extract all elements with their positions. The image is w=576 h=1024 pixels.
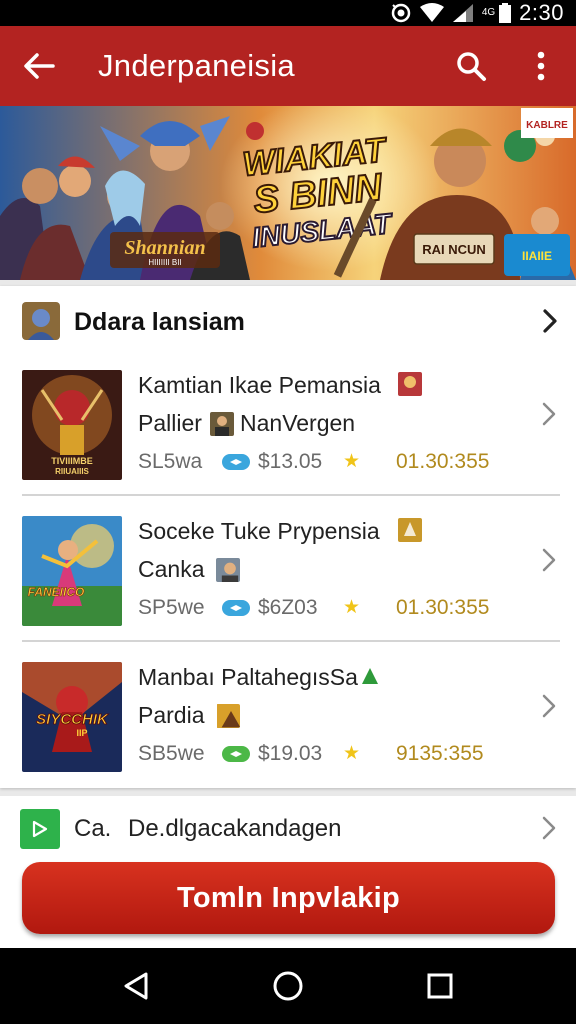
nav-recents-button[interactable] bbox=[410, 956, 470, 1016]
search-button[interactable] bbox=[436, 26, 506, 106]
game-title: Manbaı PaltahegısSa bbox=[138, 664, 358, 690]
svg-text:FANEIICO: FANEIICO bbox=[28, 585, 85, 599]
battery-icon bbox=[499, 3, 512, 23]
developer-name: NanVergen bbox=[240, 410, 356, 436]
section-header[interactable]: Ddara lansiam bbox=[0, 286, 576, 356]
developer-avatar-icon bbox=[216, 704, 240, 728]
game-title: Soceke Tuke Prypensia bbox=[138, 518, 380, 544]
developer-avatar-icon bbox=[210, 412, 234, 436]
games-card: Ddara lansiam TIVIIIMBE RIIUAIIIS Kamtian… bbox=[0, 286, 576, 788]
rating-pill-icon bbox=[222, 746, 250, 762]
category-prefix: Ca. bbox=[74, 815, 112, 842]
divider bbox=[22, 640, 560, 642]
banner-corner-badge: KABLRE bbox=[526, 120, 568, 131]
rating-pill-icon bbox=[222, 454, 250, 470]
chevron-right-icon bbox=[542, 548, 556, 572]
overflow-menu-button[interactable] bbox=[506, 26, 576, 106]
game-thumbnail: TIVIIIMBE RIIUAIIIS bbox=[22, 370, 122, 480]
circle-home-icon bbox=[273, 971, 303, 1001]
svg-text:SIYCCHIK: SIYCCHIK bbox=[36, 711, 109, 728]
status-bar: 4G 2:30 bbox=[0, 0, 576, 26]
game-code: SP5we bbox=[138, 596, 205, 619]
game-price: $19.03 bbox=[258, 742, 323, 765]
signal-icon bbox=[452, 3, 474, 23]
cta-container: Tomln Inpvlakip bbox=[0, 858, 576, 948]
primary-action-button[interactable]: Tomln Inpvlakip bbox=[22, 862, 555, 934]
chevron-right-icon bbox=[542, 402, 556, 426]
svg-text:IIP: IIP bbox=[76, 728, 87, 738]
nav-back-button[interactable] bbox=[106, 956, 166, 1016]
section-title: Ddara lansiam bbox=[74, 308, 245, 336]
banner-logo-text: Shannian bbox=[124, 237, 205, 259]
banner-right-badge: IIAIIE bbox=[522, 249, 552, 263]
wifi-icon bbox=[419, 3, 444, 23]
divider bbox=[22, 494, 560, 496]
game-badge-icon bbox=[358, 664, 382, 688]
triangle-back-icon bbox=[124, 972, 148, 1000]
arrow-left-icon bbox=[24, 53, 55, 79]
game-title: Kamtian Ikae Pemansia bbox=[138, 372, 381, 398]
game-price: $6Z03 bbox=[258, 596, 318, 619]
game-list-item[interactable]: FANEIICO Soceke Tuke Prypensia Canka SP5… bbox=[0, 504, 576, 650]
game-subtitle: Pallier bbox=[138, 410, 202, 436]
clock: 2:30 bbox=[519, 0, 564, 25]
nav-home-button[interactable] bbox=[258, 956, 318, 1016]
play-store-icon bbox=[20, 809, 60, 849]
back-button[interactable] bbox=[0, 26, 78, 106]
banner-artwork: Shannian HIIIIIII BII WIAKIAT S BINN INU… bbox=[0, 106, 576, 280]
game-time: 01.30:355 bbox=[396, 596, 490, 619]
more-vert-icon bbox=[537, 51, 545, 81]
category-row[interactable]: Ca. De.dlgacakandagen bbox=[0, 796, 576, 858]
category-label: De.dlgacakandagen bbox=[128, 815, 342, 842]
rating-pill-icon bbox=[222, 600, 250, 616]
search-icon bbox=[457, 52, 486, 81]
system-nav-bar bbox=[0, 948, 576, 1024]
game-thumbnail: FANEIICO bbox=[22, 516, 122, 626]
game-list-item[interactable]: TIVIIIMBE RIIUAIIIS Kamtian Ikae Pemansia… bbox=[0, 358, 576, 504]
game-meta: SB5we $19.03 ★ 9135:355 bbox=[138, 742, 518, 770]
game-code: SL5wa bbox=[138, 450, 203, 473]
svg-text:TIVIIIMBE: TIVIIIMBE bbox=[51, 456, 93, 466]
chevron-right-icon bbox=[543, 309, 557, 333]
svg-text:RIIUAIIIS: RIIUAIIIS bbox=[55, 467, 89, 476]
promo-banner[interactable]: Shannian HIIIIIII BII WIAKIAT S BINN INU… bbox=[0, 106, 576, 280]
game-avatar-icon bbox=[22, 302, 60, 340]
game-time: 9135:355 bbox=[396, 742, 484, 765]
star-icon: ★ bbox=[343, 597, 361, 618]
game-meta: SP5we $6Z03 ★ 01.30:355 bbox=[138, 596, 518, 624]
chevron-right-icon bbox=[542, 694, 556, 718]
app-bar: Jnderpaneisia bbox=[0, 26, 576, 106]
game-thumbnail: SIYCCHIK IIP bbox=[22, 662, 122, 772]
game-list-item[interactable]: SIYCCHIK IIP Manbaı PaltahegısSa Pardia S… bbox=[0, 650, 576, 796]
banner-logo-sub: HIIIIIII BII bbox=[148, 258, 181, 267]
game-price: $13.05 bbox=[258, 450, 323, 473]
square-recents-icon bbox=[427, 973, 453, 999]
game-code: SB5we bbox=[138, 742, 205, 765]
sync-icon bbox=[390, 2, 412, 24]
game-subtitle: Canka bbox=[138, 556, 205, 582]
game-badge-icon bbox=[398, 518, 422, 542]
banner-button-text: RAI NCUN bbox=[422, 242, 486, 257]
game-time: 01.30:355 bbox=[396, 450, 490, 473]
star-icon: ★ bbox=[343, 743, 361, 764]
developer-avatar-icon bbox=[216, 558, 240, 582]
network-type-label: 4G bbox=[481, 7, 496, 18]
chevron-right-icon bbox=[542, 816, 556, 840]
game-badge-icon bbox=[398, 372, 422, 396]
star-icon: ★ bbox=[343, 451, 361, 472]
game-meta: SL5wa $13.05 ★ 01.30:355 bbox=[138, 450, 518, 478]
page-title: Jnderpaneisia bbox=[98, 48, 295, 83]
game-subtitle: Pardia bbox=[138, 702, 205, 728]
